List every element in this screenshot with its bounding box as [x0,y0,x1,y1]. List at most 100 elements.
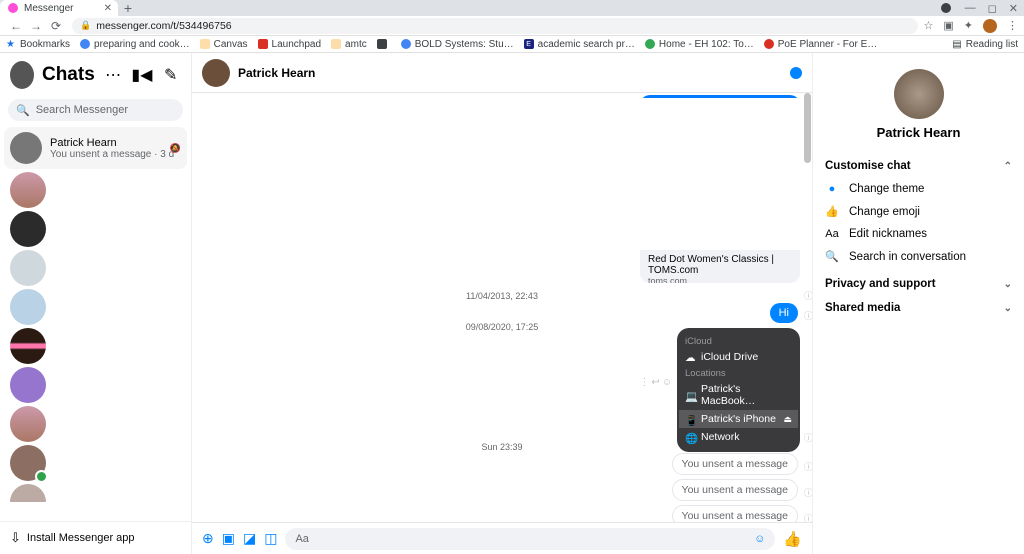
scrollbar[interactable] [802,93,812,522]
tab-close-icon[interactable]: ✕ [104,3,112,14]
bookmark-item[interactable]: amtc [331,39,367,50]
chat-list-item[interactable] [10,328,46,364]
section-shared-media[interactable]: Shared media ⌄ [825,296,1012,320]
image-icon[interactable]: ▣ [222,530,235,547]
search-input[interactable]: 🔍 Search Messenger [8,99,183,121]
star-icon[interactable]: ☆ [924,19,934,32]
new-tab-button[interactable]: + [118,0,138,16]
nav-reload-button[interactable]: ⟳ [46,19,66,33]
message-react-icon[interactable]: ☺ [662,377,672,388]
chat-header-avatar[interactable] [202,59,230,87]
chat-list-item[interactable]: Patrick Hearn You unsent a message · 3 d… [4,127,187,169]
profile-avatar-icon[interactable] [983,19,997,33]
message-bubble[interactable]: Hi [770,303,798,323]
sticker-icon[interactable]: ◪ [243,530,256,547]
message-info-icon[interactable]: ⓘ [804,309,812,322]
extensions-icon[interactable]: ✦ [964,19,973,32]
chat-header: Patrick Hearn [192,53,812,93]
option-edit-nicknames[interactable]: AaEdit nicknames [825,223,1012,245]
url-field[interactable]: 🔒 messenger.com/t/534496756 [72,18,918,34]
bookmark-item[interactable]: Home - EH 102: To… [645,39,754,50]
install-app-button[interactable]: ⇩ Install Messenger app [0,521,191,554]
gif-icon[interactable]: ◫ [264,530,277,547]
message-input[interactable]: Aa ☺ [285,528,775,550]
bookmark-item[interactable]: preparing and cook… [80,39,190,50]
section-customise-chat[interactable]: Customise chat ⌃ [825,154,1012,178]
download-icon: ⇩ [10,530,21,546]
unsent-message[interactable]: You unsent a message [672,479,798,501]
unsent-message[interactable]: You unsent a message [672,505,798,522]
sidebar-menu-button[interactable]: ⋯ [103,63,124,87]
new-video-button[interactable]: ▮◀ [131,63,152,87]
chevron-down-icon: ⌄ [1004,279,1012,290]
bookmark-item[interactable]: BOLD Systems: Stu… [401,39,514,50]
bookmark-item[interactable]: Launchpad [258,39,322,50]
search-placeholder: Search Messenger [36,104,128,116]
chat-list-item[interactable] [10,367,46,403]
chat-list-item[interactable] [10,172,46,208]
image-message[interactable]: iCloud ☁iCloud Drive Locations 💻Patrick'… [677,328,800,452]
my-avatar[interactable] [10,61,34,89]
message-info-icon[interactable]: ⓘ [804,512,812,522]
maximize-icon[interactable]: ◻ [988,2,997,15]
reading-list-button[interactable]: ▤ Reading list [952,39,1018,50]
chat-list-item[interactable] [10,484,46,502]
chat-list-item[interactable] [10,406,46,442]
browser-tabstrip: Messenger ✕ + — ◻ ✕ [0,0,1024,16]
bookmark-item[interactable]: Canvas [200,39,248,50]
cast-icon[interactable] [941,3,951,13]
option-change-emoji[interactable]: 👍Change emoji [825,200,1012,223]
info-avatar[interactable] [894,69,944,119]
bookmark-item[interactable]: PoE Planner - For E… [764,39,877,50]
like-button[interactable]: 👍 [783,530,802,548]
minimize-icon[interactable]: — [965,2,976,14]
lock-icon: 🔒 [80,20,91,31]
emoji-picker-icon[interactable]: ☺ [754,533,765,545]
address-bar: ← → ⟳ 🔒 messenger.com/t/534496756 ☆ ▣ ✦ … [0,16,1024,36]
browser-tab[interactable]: Messenger ✕ [0,0,118,16]
dark-row-selected: 📱Patrick's iPhone⏏ [679,410,798,428]
laptop-icon: 💻 [685,390,695,400]
nav-forward-button[interactable]: → [26,19,46,33]
message-info-icon[interactable]: ⓘ [804,460,812,473]
favicon-icon [8,3,18,13]
close-window-icon[interactable]: ✕ [1009,2,1018,15]
section-privacy-support[interactable]: Privacy and support ⌄ [825,272,1012,296]
bookmark-item[interactable]: ★Bookmarks [6,39,70,50]
link-title: Red Dot Women's Classics | TOMS.com [640,250,800,276]
chat-list-item[interactable] [10,250,46,286]
chat-list-item[interactable] [10,211,46,247]
dark-row: ☁iCloud Drive [685,348,792,366]
add-attachment-icon[interactable]: ⊕ [202,530,214,547]
bookmarks-bar: ★Bookmarks preparing and cook… Canvas La… [0,36,1024,53]
bookmark-item[interactable] [377,39,391,49]
bookmark-item[interactable]: Eacademic search pr… [524,39,635,50]
scroll-thumb[interactable] [804,93,811,163]
unsent-message[interactable]: You unsent a message [672,453,798,475]
message-actions: ⋮ ↩ ☺ [639,377,672,388]
message-reply-icon[interactable]: ↩ [651,377,659,388]
sidebar-title: Chats [42,64,95,86]
messages-area[interactable]: Red Dot Women's Classics | TOMS.com toms… [192,93,812,522]
timestamp: Sun 23:39 [192,442,812,452]
chat-header-name[interactable]: Patrick Hearn [238,66,790,80]
compose-bar: ⊕ ▣ ◪ ◫ Aa ☺ 👍 [192,522,812,554]
compose-button[interactable]: ✎ [160,63,181,87]
dark-section-label: iCloud [685,336,792,347]
option-change-theme[interactable]: ●Change theme [825,178,1012,200]
chevron-up-icon: ⌃ [1004,161,1012,172]
chat-avatar [10,132,42,164]
browser-menu-icon[interactable]: ⋮ [1007,19,1018,32]
phone-icon: 📱 [685,414,695,424]
chat-list-item[interactable] [10,289,46,325]
dark-section-label: Locations [685,368,792,379]
nav-back-button[interactable]: ← [6,19,26,33]
link-preview-card[interactable]: Red Dot Women's Classics | TOMS.com toms… [640,95,800,283]
cast-ext-icon[interactable]: ▣ [943,19,953,32]
link-thumbnail [640,95,800,250]
message-more-icon[interactable]: ⋮ [639,377,649,388]
chat-list-item[interactable] [10,445,46,481]
message-info-icon[interactable]: ⓘ [804,486,812,499]
dark-row: 💻Patrick's MacBook… [685,380,792,410]
option-search-conversation[interactable]: 🔍Search in conversation [825,245,1012,268]
